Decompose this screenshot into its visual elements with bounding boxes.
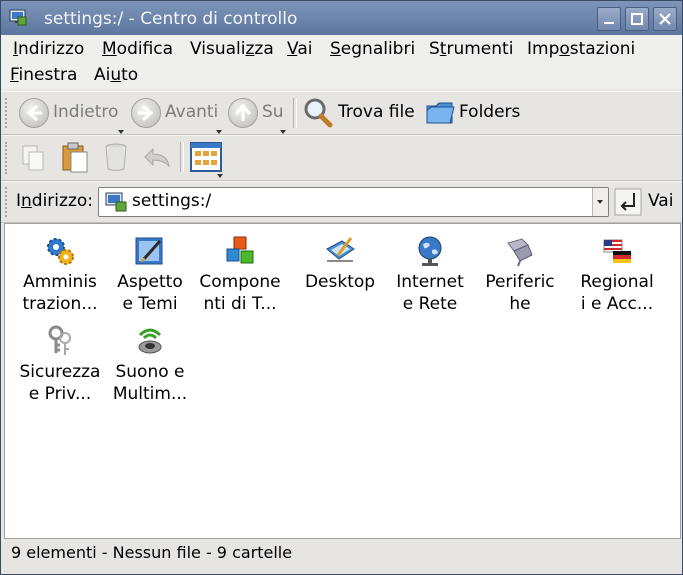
menu-indirizzo[interactable]: Indirizzo: [13, 39, 84, 59]
menu-visualizza[interactable]: Visualizza: [190, 39, 274, 59]
folders-button[interactable]: Folders: [424, 98, 524, 128]
up-arrow-icon: [228, 98, 258, 128]
address-value[interactable]: settings:/: [132, 191, 211, 211]
toolbar-separator: [180, 142, 184, 172]
return-arrow-icon: [614, 188, 642, 216]
menu-impostazioni[interactable]: Impostazioni: [527, 39, 635, 59]
icon-view[interactable]: Amminis trazion... Aspetto e Temi Compone n…: [4, 223, 681, 539]
item-label: Compone nti di T...: [199, 272, 281, 314]
window-title: settings:/ - Centro di controllo: [44, 9, 298, 29]
toolbar-grip[interactable]: [5, 142, 11, 174]
forward-button[interactable]: Avanti: [131, 98, 223, 134]
paintbrush-icon: [135, 237, 163, 265]
navigation-toolbar: Indietro Avanti Su Trova file Folders: [1, 91, 682, 135]
status-bar: 9 elementi - Nessun file - 9 cartelle: [1, 539, 682, 573]
edit-toolbar: [1, 135, 682, 181]
menu-segnalibri[interactable]: Segnalibri: [330, 39, 415, 59]
forward-dropdown-icon[interactable]: [216, 130, 222, 134]
go-label: Vai: [648, 191, 674, 211]
icon-view-icon[interactable]: [190, 142, 222, 172]
up-dropdown-icon[interactable]: [280, 130, 286, 134]
toolbar-separator: [293, 98, 297, 128]
menu-vai[interactable]: Vai: [287, 39, 312, 59]
menu-bar: Indirizzo Modifica Visualizza Vai Segnal…: [1, 35, 682, 89]
computer-network-icon: [105, 192, 127, 212]
item-label: Periferic he: [485, 272, 555, 314]
usb-plug-icon: [507, 238, 533, 267]
title-bar[interactable]: settings:/ - Centro di controllo: [1, 1, 682, 35]
find-files-label: Trova file: [338, 102, 415, 122]
globe-icon: [418, 236, 442, 266]
status-text: 9 elementi - Nessun file - 9 cartelle: [11, 543, 293, 562]
back-dropdown-icon[interactable]: [118, 130, 124, 134]
up-button[interactable]: Su: [228, 98, 288, 134]
minimize-button[interactable]: [597, 7, 621, 31]
menu-aiuto[interactable]: Aiuto: [94, 65, 138, 85]
view-mode-dropdown-icon[interactable]: [217, 174, 223, 178]
item-label: Suono e Multim...: [112, 362, 188, 404]
minimize-icon: [604, 22, 614, 24]
trash-icon[interactable]: [103, 141, 129, 173]
item-label: Amminis trazion...: [22, 272, 98, 314]
desktop-pen-icon: [326, 237, 355, 262]
menu-finestra[interactable]: Finestra: [10, 65, 77, 85]
gears-icon: [47, 238, 74, 265]
toolbar-grip[interactable]: [5, 98, 11, 128]
item-label: Internet e Rete: [396, 272, 464, 314]
maximize-button[interactable]: [625, 7, 649, 31]
address-label: Indirizzo:: [16, 191, 93, 211]
back-label: Indietro: [53, 102, 119, 122]
item-label: Desktop: [304, 272, 376, 292]
folder-icon: [426, 102, 455, 124]
maximize-icon: [631, 13, 643, 25]
close-button[interactable]: [653, 7, 677, 31]
speaker-icon: [138, 328, 162, 354]
location-toolbar: Indirizzo: settings:/ Vai: [1, 181, 682, 223]
main-window: settings:/ - Centro di controllo Indiriz…: [0, 0, 683, 575]
back-arrow-icon: [19, 98, 49, 128]
computer-icon[interactable]: [9, 8, 27, 26]
undo-icon[interactable]: [141, 144, 173, 172]
chevron-down-icon: [597, 200, 603, 204]
address-dropdown-button[interactable]: [592, 188, 608, 216]
menu-strumenti[interactable]: Strumenti: [429, 39, 513, 59]
paste-icon[interactable]: [59, 140, 91, 174]
copy-icon[interactable]: [19, 142, 49, 174]
up-label: Su: [262, 102, 284, 122]
back-button[interactable]: Indietro: [19, 98, 125, 134]
item-label: Regional i e Acc...: [580, 272, 654, 314]
keys-icon: [48, 325, 71, 355]
folders-label: Folders: [459, 102, 521, 122]
item-label: Sicurezza e Priv...: [19, 362, 101, 404]
address-combobox[interactable]: settings:/: [98, 187, 609, 217]
item-label: Aspetto e Temi: [117, 272, 183, 314]
close-icon: [659, 13, 671, 25]
flags-icon: [603, 239, 631, 263]
blocks-icon: [226, 236, 254, 264]
forward-arrow-icon: [131, 98, 161, 128]
find-files-button[interactable]: Trova file: [302, 98, 418, 128]
magnifier-icon: [304, 98, 333, 128]
toolbar-grip[interactable]: [5, 187, 11, 217]
menu-modifica[interactable]: Modifica: [102, 39, 173, 59]
forward-label: Avanti: [165, 102, 219, 122]
